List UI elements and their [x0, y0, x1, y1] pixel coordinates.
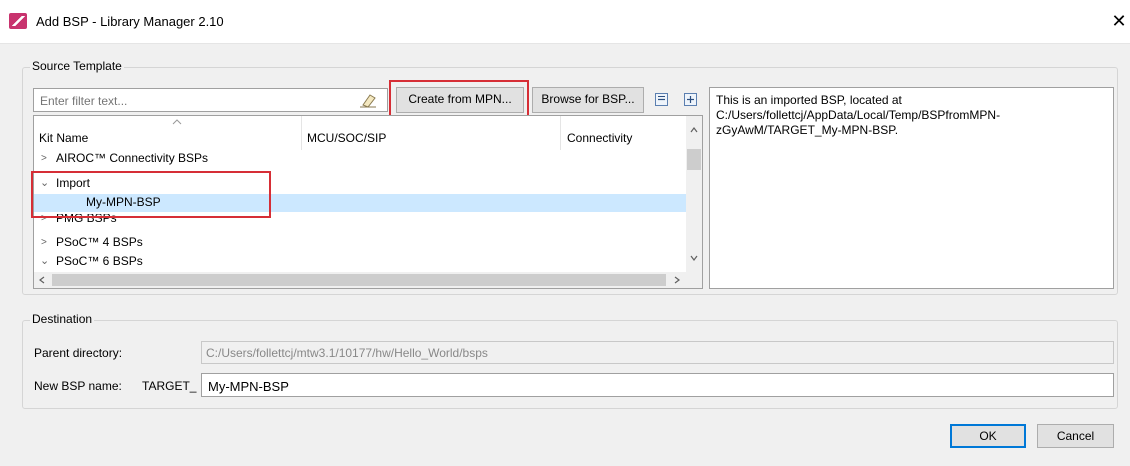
tree-row[interactable]: ⌄ PSoC™ 6 BSPs [34, 253, 686, 266]
create-from-mpn-button[interactable]: Create from MPN... [396, 87, 524, 113]
column-mcu[interactable]: MCU/SOC/SIP [307, 131, 386, 145]
scroll-right-icon[interactable] [674, 276, 680, 284]
filter-input[interactable] [33, 88, 388, 112]
new-bsp-name-input[interactable] [206, 377, 1100, 395]
chevron-down-icon: ⌄ [40, 255, 50, 266]
tree-row[interactable]: > AIROC™ Connectivity BSPs [34, 150, 686, 167]
close-icon[interactable]: ✕ [1108, 10, 1130, 34]
horizontal-scrollbar[interactable] [34, 272, 702, 288]
window-title: Add BSP - Library Manager 2.10 [36, 14, 224, 29]
highlight-import [31, 171, 271, 218]
scroll-down-icon[interactable] [690, 255, 698, 261]
destination-legend: Destination [30, 312, 95, 326]
ok-button[interactable]: OK [950, 424, 1026, 448]
column-connectivity[interactable]: Connectivity [567, 131, 632, 145]
vertical-scrollbar[interactable] [686, 116, 702, 272]
source-template-legend: Source Template [30, 59, 124, 73]
sort-ascending-icon [172, 119, 182, 125]
tree-row[interactable]: > PSoC™ 4 BSPs [34, 234, 686, 251]
eraser-icon[interactable] [359, 92, 377, 108]
tree-row-label: PSoC™ 4 BSPs [56, 235, 143, 249]
column-divider [560, 116, 561, 150]
new-bsp-name-field[interactable] [201, 373, 1114, 397]
scroll-thumb[interactable] [687, 149, 701, 170]
browse-for-bsp-button[interactable]: Browse for BSP... [532, 87, 644, 113]
bsp-description: This is an imported BSP, located at C:/U… [709, 87, 1114, 289]
column-kit-name[interactable]: Kit Name [39, 131, 88, 145]
collapse-all-icon[interactable] [655, 93, 668, 106]
chevron-right-icon: > [41, 153, 47, 164]
cancel-button[interactable]: Cancel [1037, 424, 1114, 448]
scroll-left-icon[interactable] [39, 276, 45, 284]
expand-all-icon[interactable] [684, 93, 697, 106]
parent-directory-field: C:/Users/follettcj/mtw3.1/10177/hw/Hello… [201, 341, 1114, 364]
title-bar: Add BSP - Library Manager 2.10 ✕ [0, 0, 1130, 44]
filter-text[interactable] [38, 92, 352, 110]
parent-directory-value: C:/Users/follettcj/mtw3.1/10177/hw/Hello… [206, 346, 488, 360]
tree-row-label: PSoC™ 6 BSPs [56, 254, 143, 266]
new-bsp-name-prefix: TARGET_ [142, 379, 197, 393]
app-icon [9, 13, 27, 29]
parent-directory-label: Parent directory: [34, 346, 123, 360]
tree-row-label: AIROC™ Connectivity BSPs [56, 151, 209, 165]
chevron-right-icon: > [41, 237, 47, 248]
column-divider [301, 116, 302, 150]
tree-header: Kit Name MCU/SOC/SIP Connectivity [34, 116, 686, 150]
scroll-up-icon[interactable] [690, 127, 698, 133]
new-bsp-name-label: New BSP name: [34, 379, 122, 393]
scroll-thumb[interactable] [52, 274, 666, 286]
